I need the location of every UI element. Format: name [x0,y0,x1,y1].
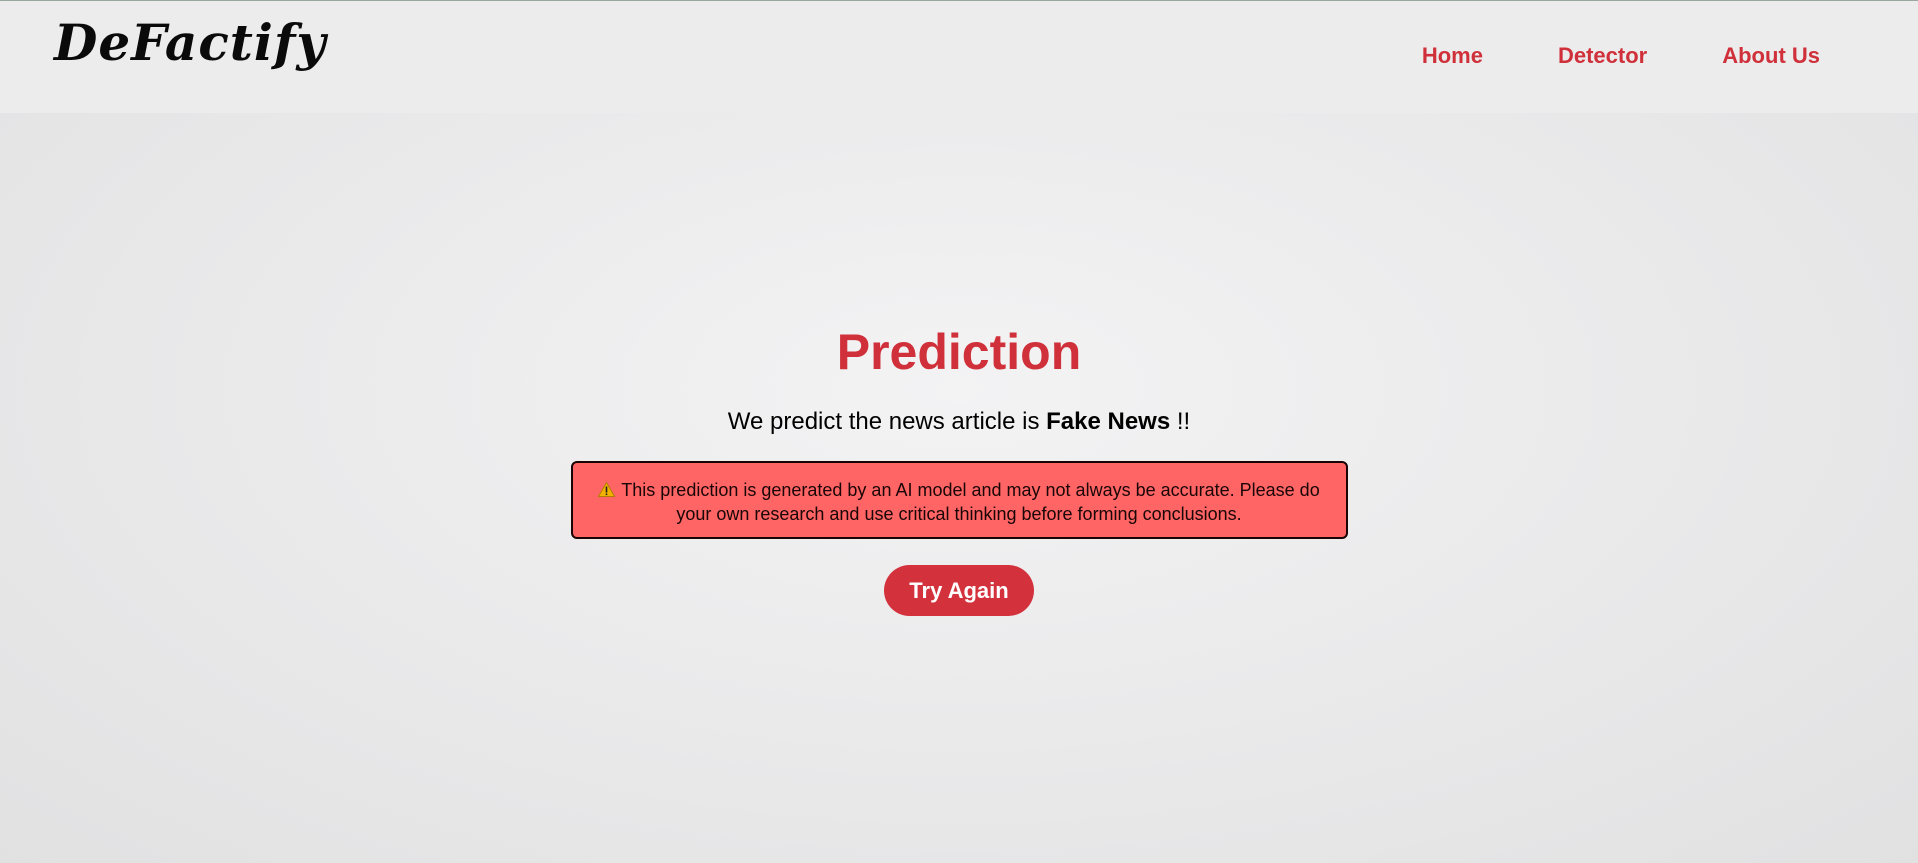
try-again-button[interactable]: Try Again [884,565,1034,616]
nav-detector-link[interactable]: Detector [1558,43,1647,69]
result-prefix: We predict the news article is [727,408,1047,435]
warning-icon [597,481,616,503]
main-content: Prediction We predict the news article i… [0,113,1918,863]
disclaimer-alert: This prediction is generated by an AI mo… [570,461,1348,539]
prediction-label: Fake News [1046,408,1171,435]
prediction-section: Prediction We predict the news article i… [0,323,1918,616]
result-suffix: !! [1170,408,1191,435]
nav-about-us-link[interactable]: About Us [1722,43,1820,69]
main-nav: Home Detector About Us [1347,43,1820,69]
page-title: Prediction [836,324,1082,380]
logo[interactable]: DeFactify [54,15,326,70]
site-header: DeFactify Home Detector About Us [0,1,1918,113]
disclaimer-text: This prediction is generated by an AI mo… [621,480,1320,524]
prediction-result: We predict the news article is Fake News… [0,407,1918,437]
nav-home-link[interactable]: Home [1422,43,1483,69]
